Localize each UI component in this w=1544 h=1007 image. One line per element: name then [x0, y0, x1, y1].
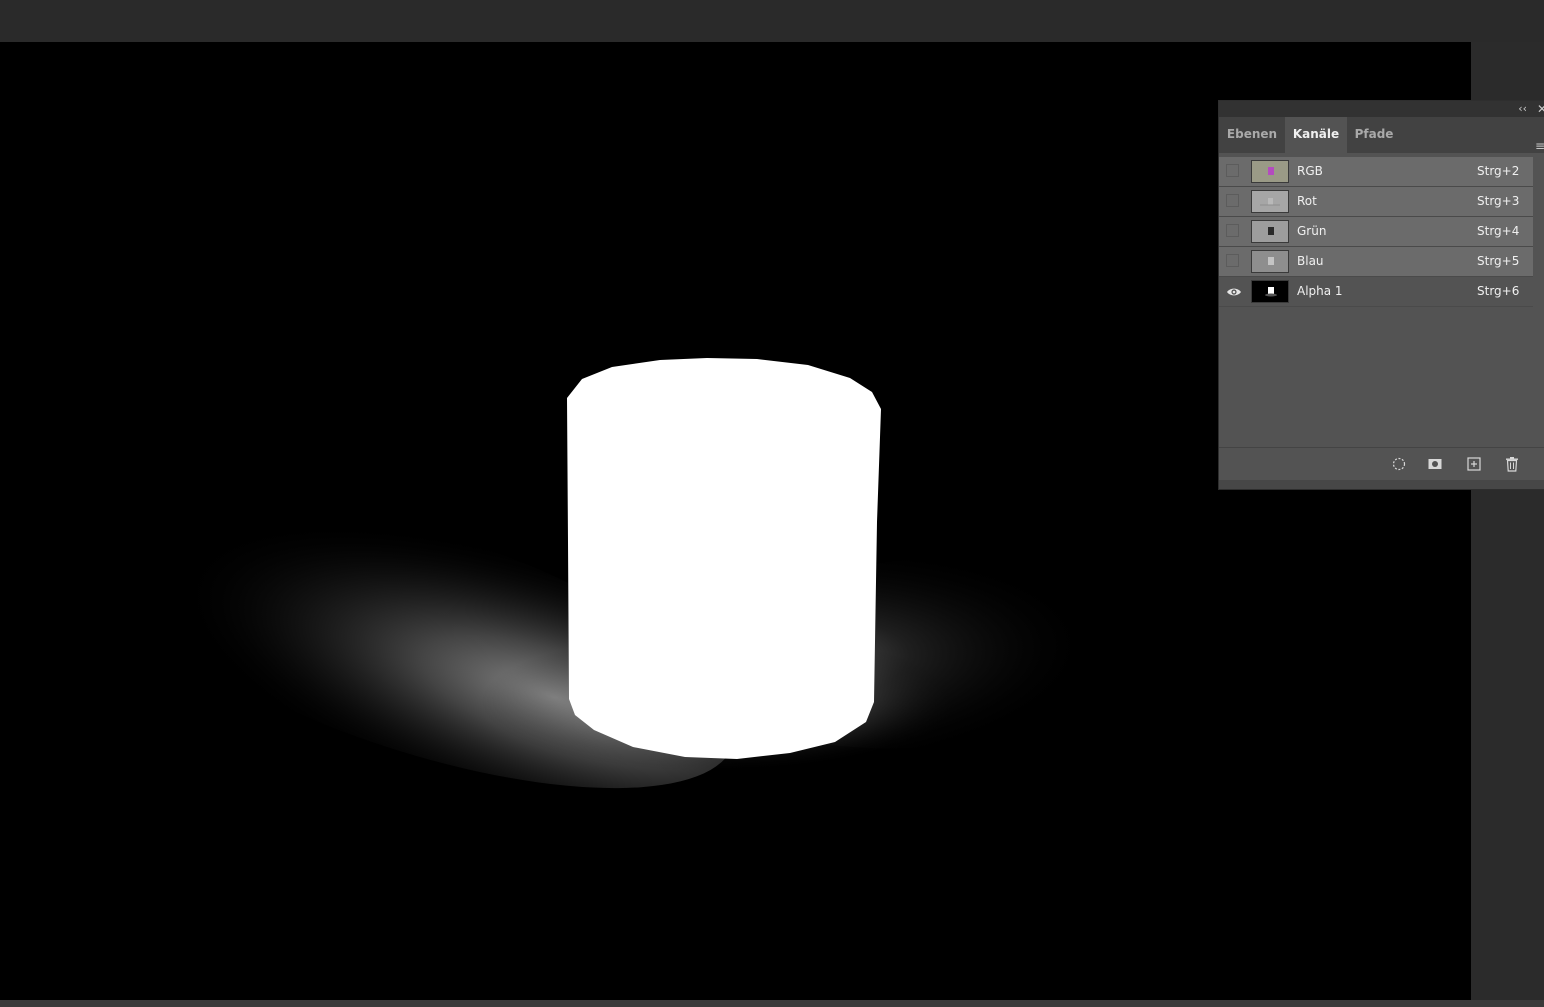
channel-name: RGB [1297, 164, 1323, 178]
collapse-panel-icon[interactable]: ‹‹ [1518, 101, 1527, 117]
channel-shortcut: Strg+4 [1477, 224, 1520, 238]
rgb-thumbnail [1251, 160, 1289, 183]
channel-row-blue[interactable]: Blau Strg+5 [1219, 247, 1533, 277]
status-bar [0, 1000, 1544, 1007]
alpha-thumbnail [1251, 280, 1289, 303]
load-selection-icon[interactable] [1391, 456, 1407, 472]
tab-channels[interactable]: Kanäle [1285, 117, 1347, 153]
channel-row-rgb[interactable]: RGB Strg+2 [1219, 157, 1533, 187]
new-channel-icon[interactable] [1466, 456, 1482, 472]
channel-name: Grün [1297, 224, 1327, 238]
panel-footer [1219, 447, 1544, 480]
panel-resize-handle[interactable] [1219, 480, 1544, 489]
visibility-toggle[interactable] [1226, 164, 1239, 177]
panel-menu-icon[interactable]: ≡ [1535, 139, 1544, 153]
channel-name: Alpha 1 [1297, 284, 1343, 298]
channel-shortcut: Strg+2 [1477, 164, 1520, 178]
photoshop-window: ‹‹ ✕ Ebenen Kanäle Pfade ≡ RGB Strg+2 [0, 0, 1544, 1007]
red-thumbnail [1251, 190, 1289, 213]
channel-row-alpha-1[interactable]: Alpha 1 Strg+6 [1219, 277, 1533, 307]
tab-paths[interactable]: Pfade [1347, 117, 1401, 153]
eye-icon[interactable] [1226, 286, 1242, 298]
trash-icon[interactable] [1504, 456, 1520, 472]
channels-panel: ‹‹ ✕ Ebenen Kanäle Pfade ≡ RGB Strg+2 [1218, 100, 1544, 490]
channel-row-red[interactable]: Rot Strg+3 [1219, 187, 1533, 217]
channel-shortcut: Strg+3 [1477, 194, 1520, 208]
blue-thumbnail [1251, 250, 1289, 273]
save-selection-icon[interactable] [1427, 456, 1443, 472]
close-panel-icon[interactable]: ✕ [1537, 101, 1544, 117]
green-thumbnail [1251, 220, 1289, 243]
tab-layers[interactable]: Ebenen [1219, 117, 1285, 153]
channel-shortcut: Strg+6 [1477, 284, 1520, 298]
channel-shortcut: Strg+5 [1477, 254, 1520, 268]
channel-row-green[interactable]: Grün Strg+4 [1219, 217, 1533, 247]
channel-name: Blau [1297, 254, 1324, 268]
channel-list: RGB Strg+2 Rot Strg+3 Grün Strg+4 Blau S… [1219, 157, 1533, 307]
white-cylinder [567, 358, 881, 759]
visibility-toggle[interactable] [1226, 254, 1239, 267]
visibility-toggle[interactable] [1226, 224, 1239, 237]
options-bar [0, 0, 1544, 42]
panel-tabs: Ebenen Kanäle Pfade ≡ [1219, 117, 1544, 153]
channel-name: Rot [1297, 194, 1317, 208]
panel-titlebar[interactable]: ‹‹ ✕ [1219, 101, 1544, 117]
visibility-toggle[interactable] [1226, 194, 1239, 207]
